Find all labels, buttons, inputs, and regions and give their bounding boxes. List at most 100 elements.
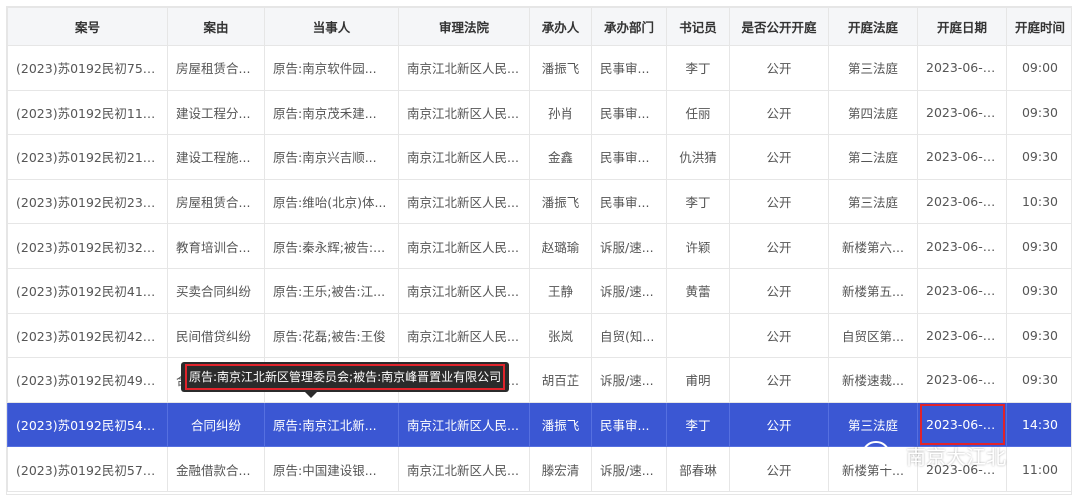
tooltip-text: 原告:南京江北新区管理委员会;被告:南京峰晋置业有限公司: [184, 364, 506, 390]
column-header-courtroom[interactable]: 开庭法庭: [828, 7, 918, 46]
table-row[interactable]: (2023)苏0192民初413... 买卖合同纠纷 原告:王乐;被告:江...…: [7, 267, 1071, 314]
cell-court: 南京江北新区人民...: [398, 178, 530, 225]
cell-department: 诉服/速...: [591, 267, 667, 314]
cell-department: 诉服/速...: [591, 223, 667, 269]
hearing-schedule-table-container: 案号 案由 当事人 审理法院 承办人 承办部门 书记员 是否公开开庭 开庭法庭 …: [6, 6, 1072, 495]
cell-department: 民事审...: [591, 89, 667, 136]
cell-courtroom: 新楼第五...: [828, 267, 918, 314]
watermark-text: 南京大江北: [906, 444, 1006, 469]
cell-public-hearing: 公开: [729, 134, 829, 180]
cell-department: 自贸(知...: [591, 312, 667, 359]
table-row[interactable]: (2023)苏0192民初493... 合... 南京江北新区人民... 胡百芷…: [7, 357, 1071, 403]
column-header-hearing-time[interactable]: 开庭时间: [1006, 7, 1071, 46]
cell-clerk: 黄蕾: [666, 267, 730, 314]
cell-parties: 原告:南京兴吉顺...: [264, 134, 399, 180]
cell-judge: 张岚: [529, 312, 592, 359]
cell-public-hearing: 公开: [729, 45, 829, 91]
cell-hearing-date: 2023-06-30: [917, 89, 1007, 136]
cell-parties: 原告:维咍(北京)体...: [264, 178, 399, 225]
cell-parties: 原告:秦永辉;被告:...: [264, 223, 399, 269]
cell-judge: 金鑫: [529, 134, 592, 180]
cell-department: 民事审...: [591, 45, 667, 91]
cell-hearing-time: 14:30: [1006, 401, 1071, 448]
cell-judge: 潘振飞: [529, 45, 592, 91]
column-header-judge[interactable]: 承办人: [529, 7, 592, 46]
table-row[interactable]: (2023)苏0192民初230... 房屋租赁合... 原告:维咍(北京)体.…: [7, 178, 1071, 225]
cell-court: 南京江北新区人民...: [398, 89, 530, 136]
cell-hearing-date: 2023-06-30: [917, 45, 1007, 91]
cell-court: 南京江北新区人民...: [398, 267, 530, 314]
column-header-court[interactable]: 审理法院: [398, 7, 530, 46]
cell-clerk: [666, 312, 730, 359]
cell-court: 南京江北新区人民...: [398, 134, 530, 180]
wechat-icon: [863, 441, 897, 468]
cell-hearing-time: 09:30: [1006, 267, 1071, 314]
cell-cause: 房屋租赁合...: [167, 178, 265, 225]
cell-courtroom: 第三法庭: [828, 178, 918, 225]
column-header-parties[interactable]: 当事人: [264, 7, 399, 46]
hearing-schedule-table: 案号 案由 当事人 审理法院 承办人 承办部门 书记员 是否公开开庭 开庭法庭 …: [7, 7, 1071, 492]
cell-clerk: 李丁: [666, 178, 730, 225]
cell-public-hearing: 公开: [729, 89, 829, 136]
cell-judge: 胡百芷: [529, 357, 592, 403]
watermark: 南京大江北: [862, 437, 1006, 473]
cell-clerk: 甫明: [666, 357, 730, 403]
column-header-cause[interactable]: 案由: [167, 7, 265, 46]
cell-judge: 孙肖: [529, 89, 592, 136]
column-header-department[interactable]: 承办部门: [591, 7, 667, 46]
cell-department: 民事审...: [591, 178, 667, 225]
cell-cause: 金融借款合...: [167, 446, 265, 492]
cell-court: 南京江北新区人民...: [398, 401, 530, 448]
cell-hearing-time: 09:30: [1006, 223, 1071, 269]
cell-hearing-time: 09:00: [1006, 45, 1071, 91]
table-row[interactable]: (2023)苏0192民初1141号 建设工程分... 原告:南京茂禾建... …: [7, 89, 1071, 136]
cell-parties: 原告:南京软件园...: [264, 45, 399, 91]
cell-case-no: (2023)苏0192民初493...: [7, 357, 168, 403]
cell-cause: 民间借贷纠纷: [167, 312, 265, 359]
cell-department: 民事审...: [591, 401, 667, 448]
cell-judge: 王静: [529, 267, 592, 314]
cell-judge: 潘振飞: [529, 401, 592, 448]
cell-parties: 原告:花磊;被告:王俊: [264, 312, 399, 359]
cell-cause: 建设工程分...: [167, 89, 265, 136]
cell-courtroom: 新楼速裁...: [828, 357, 918, 403]
cell-courtroom: 自贸区第...: [828, 312, 918, 359]
cell-parties: 原告:南京茂禾建...: [264, 89, 399, 136]
cell-case-no: (2023)苏0192民初321...: [7, 223, 168, 269]
cell-hearing-time: 09:30: [1006, 312, 1071, 359]
cell-parties[interactable]: 原告:南京江北新...: [264, 401, 399, 448]
cell-hearing-time: 09:30: [1006, 89, 1071, 136]
cell-clerk: 李丁: [666, 401, 730, 448]
column-header-case-no[interactable]: 案号: [7, 7, 168, 46]
column-header-clerk[interactable]: 书记员: [666, 7, 730, 46]
cell-courtroom: 第三法庭: [828, 45, 918, 91]
cell-cause: 房屋租赁合...: [167, 45, 265, 91]
cell-clerk: 任丽: [666, 89, 730, 136]
cell-court: 南京江北新区人民...: [398, 312, 530, 359]
cell-court: 南京江北新区人民...: [398, 223, 530, 269]
cell-clerk: 李丁: [666, 45, 730, 91]
table-row[interactable]: (2023)苏0192民初321... 教育培训合... 原告:秦永辉;被告:.…: [7, 223, 1071, 269]
cell-courtroom: 第四法庭: [828, 89, 918, 136]
cell-department: 民事审...: [591, 134, 667, 180]
cell-case-no: (2023)苏0192民初752号: [7, 45, 168, 91]
column-header-public-hearing[interactable]: 是否公开开庭: [729, 7, 829, 46]
cell-public-hearing: 公开: [729, 178, 829, 225]
table-row[interactable]: (2023)苏0192民初752号 房屋租赁合... 原告:南京软件园... 南…: [7, 45, 1071, 91]
cell-public-hearing: 公开: [729, 267, 829, 314]
table-header-row: 案号 案由 当事人 审理法院 承办人 承办部门 书记员 是否公开开庭 开庭法庭 …: [7, 7, 1071, 46]
table-row[interactable]: (2023)苏0192民初218... 建设工程施... 原告:南京兴吉顺...…: [7, 134, 1071, 180]
column-header-hearing-date[interactable]: 开庭日期: [917, 7, 1007, 46]
cell-parties: 原告:王乐;被告:江...: [264, 267, 399, 314]
cell-hearing-date: 2023-06-30: [917, 223, 1007, 269]
cell-parties: 原告:中国建设银...: [264, 446, 399, 492]
cell-judge: 滕宏清: [529, 446, 592, 492]
cell-court: 南京江北新区人民...: [398, 446, 530, 492]
cell-courtroom: 第二法庭: [828, 134, 918, 180]
cell-courtroom: 新楼第六...: [828, 223, 918, 269]
cell-department: 诉服/速...: [591, 357, 667, 403]
cell-hearing-date: 2023-06-30: [917, 267, 1007, 314]
table-row[interactable]: (2023)苏0192民初421... 民间借贷纠纷 原告:花磊;被告:王俊 南…: [7, 312, 1071, 359]
cell-case-no: (2023)苏0192民初546...: [7, 401, 168, 448]
cell-public-hearing: 公开: [729, 446, 829, 492]
